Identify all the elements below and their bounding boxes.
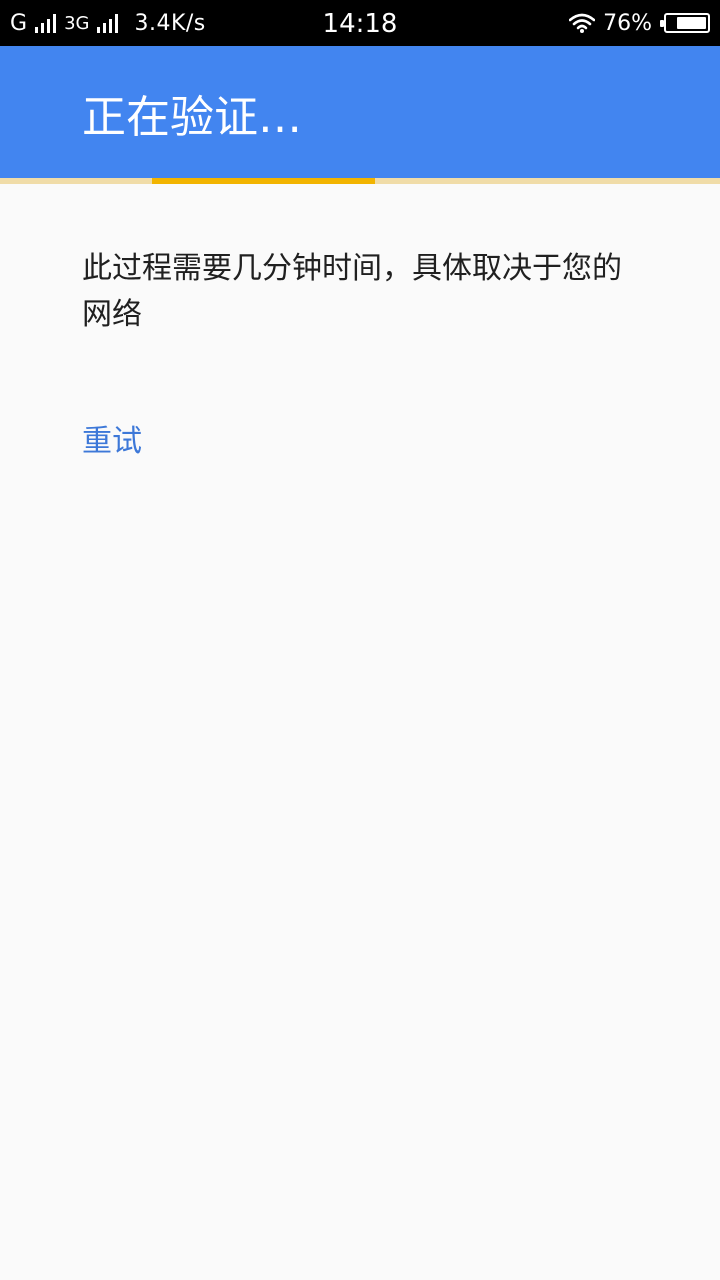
battery-fill	[677, 17, 706, 29]
battery-icon	[660, 13, 710, 33]
status-left: G 3G 3.4K/s	[10, 11, 569, 36]
progress-track	[0, 178, 720, 184]
signal-icon	[35, 13, 57, 33]
app-bar: 正在验证…	[0, 46, 720, 178]
progress-indicator	[152, 178, 375, 184]
retry-button[interactable]: 重试	[82, 420, 142, 464]
network-speed: 3.4K/s	[134, 10, 206, 36]
signal-icon	[97, 13, 119, 33]
page-title: 正在验证…	[82, 92, 302, 143]
carrier-2-label: 3G	[64, 12, 90, 34]
battery-percent: 76%	[603, 10, 652, 36]
main-content: 此过程需要几分钟时间，具体取决于您的网络	[82, 246, 642, 338]
wifi-icon	[569, 13, 596, 33]
status-message: 此过程需要几分钟时间，具体取决于您的网络	[82, 251, 622, 332]
carrier-1-label: G	[10, 10, 28, 36]
status-right: 76%	[569, 11, 710, 36]
status-bar: G 3G 3.4K/s 14:18 76%	[0, 0, 720, 46]
